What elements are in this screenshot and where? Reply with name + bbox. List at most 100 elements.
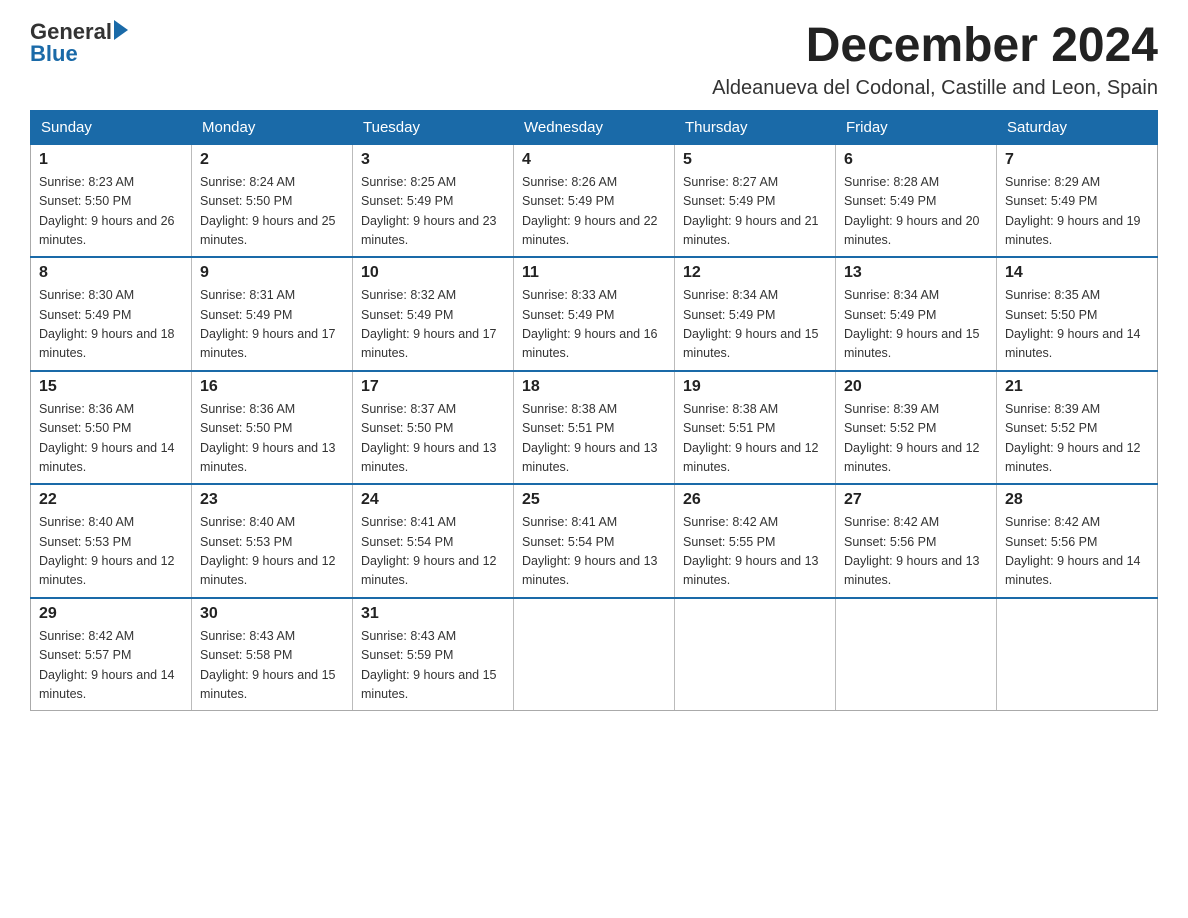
- day-info: Sunrise: 8:41 AMSunset: 5:54 PMDaylight:…: [361, 513, 505, 591]
- day-info: Sunrise: 8:36 AMSunset: 5:50 PMDaylight:…: [200, 400, 344, 478]
- day-number: 4: [522, 151, 666, 169]
- day-number: 20: [844, 378, 988, 396]
- day-number: 31: [361, 605, 505, 623]
- calendar-day-cell: 16 Sunrise: 8:36 AMSunset: 5:50 PMDayligh…: [192, 371, 353, 485]
- calendar-day-cell: 22 Sunrise: 8:40 AMSunset: 5:53 PMDayligh…: [31, 484, 192, 598]
- day-number: 9: [200, 264, 344, 282]
- weekday-header-thursday: Thursday: [675, 110, 836, 144]
- day-number: 7: [1005, 151, 1149, 169]
- calendar-day-cell: 31 Sunrise: 8:43 AMSunset: 5:59 PMDayligh…: [353, 598, 514, 711]
- day-number: 22: [39, 491, 183, 509]
- day-info: Sunrise: 8:33 AMSunset: 5:49 PMDaylight:…: [522, 286, 666, 364]
- day-number: 29: [39, 605, 183, 623]
- calendar-day-cell: 18 Sunrise: 8:38 AMSunset: 5:51 PMDayligh…: [514, 371, 675, 485]
- day-info: Sunrise: 8:43 AMSunset: 5:59 PMDaylight:…: [361, 627, 505, 705]
- day-number: 21: [1005, 378, 1149, 396]
- calendar-week-row: 22 Sunrise: 8:40 AMSunset: 5:53 PMDayligh…: [31, 484, 1158, 598]
- calendar-day-cell: 14 Sunrise: 8:35 AMSunset: 5:50 PMDayligh…: [997, 257, 1158, 371]
- day-info: Sunrise: 8:41 AMSunset: 5:54 PMDaylight:…: [522, 513, 666, 591]
- logo-blue: Blue: [30, 41, 78, 66]
- day-info: Sunrise: 8:34 AMSunset: 5:49 PMDaylight:…: [844, 286, 988, 364]
- day-number: 13: [844, 264, 988, 282]
- day-info: Sunrise: 8:35 AMSunset: 5:50 PMDaylight:…: [1005, 286, 1149, 364]
- day-info: Sunrise: 8:29 AMSunset: 5:49 PMDaylight:…: [1005, 173, 1149, 251]
- day-info: Sunrise: 8:38 AMSunset: 5:51 PMDaylight:…: [522, 400, 666, 478]
- day-info: Sunrise: 8:38 AMSunset: 5:51 PMDaylight:…: [683, 400, 827, 478]
- day-number: 8: [39, 264, 183, 282]
- calendar-day-cell: 30Sunrise: 8:43 AMSunset: 5:58 PMDayligh…: [192, 598, 353, 711]
- day-number: 19: [683, 378, 827, 396]
- calendar-day-cell: 24 Sunrise: 8:41 AMSunset: 5:54 PMDayligh…: [353, 484, 514, 598]
- calendar-day-cell: 17 Sunrise: 8:37 AMSunset: 5:50 PMDayligh…: [353, 371, 514, 485]
- calendar-week-row: 15 Sunrise: 8:36 AMSunset: 5:50 PMDayligh…: [31, 371, 1158, 485]
- day-number: 25: [522, 491, 666, 509]
- calendar-day-cell: 15 Sunrise: 8:36 AMSunset: 5:50 PMDayligh…: [31, 371, 192, 485]
- day-info: Sunrise: 8:42 AMSunset: 5:57 PMDaylight:…: [39, 627, 183, 705]
- day-number: 24: [361, 491, 505, 509]
- weekday-header-monday: Monday: [192, 110, 353, 144]
- day-info: Sunrise: 8:42 AMSunset: 5:55 PMDaylight:…: [683, 513, 827, 591]
- day-info: Sunrise: 8:37 AMSunset: 5:50 PMDaylight:…: [361, 400, 505, 478]
- day-info: Sunrise: 8:23 AMSunset: 5:50 PMDaylight:…: [39, 173, 183, 251]
- calendar-day-cell: 26 Sunrise: 8:42 AMSunset: 5:55 PMDayligh…: [675, 484, 836, 598]
- calendar-day-cell: [836, 598, 997, 711]
- calendar-day-cell: 4 Sunrise: 8:26 AMSunset: 5:49 PMDaylight…: [514, 144, 675, 257]
- day-number: 16: [200, 378, 344, 396]
- day-number: 30: [200, 605, 344, 623]
- calendar-day-cell: 3 Sunrise: 8:25 AMSunset: 5:49 PMDaylight…: [353, 144, 514, 257]
- calendar-day-cell: 10Sunrise: 8:32 AMSunset: 5:49 PMDayligh…: [353, 257, 514, 371]
- day-info: Sunrise: 8:28 AMSunset: 5:49 PMDaylight:…: [844, 173, 988, 251]
- day-number: 12: [683, 264, 827, 282]
- day-info: Sunrise: 8:26 AMSunset: 5:49 PMDaylight:…: [522, 173, 666, 251]
- calendar-day-cell: 28 Sunrise: 8:42 AMSunset: 5:56 PMDayligh…: [997, 484, 1158, 598]
- calendar-day-cell: 8 Sunrise: 8:30 AMSunset: 5:49 PMDaylight…: [31, 257, 192, 371]
- calendar-week-row: 1 Sunrise: 8:23 AMSunset: 5:50 PMDaylight…: [31, 144, 1158, 257]
- calendar-day-cell: 7 Sunrise: 8:29 AMSunset: 5:49 PMDaylight…: [997, 144, 1158, 257]
- calendar-table: SundayMondayTuesdayWednesdayThursdayFrid…: [30, 110, 1158, 712]
- day-number: 6: [844, 151, 988, 169]
- day-info: Sunrise: 8:39 AMSunset: 5:52 PMDaylight:…: [1005, 400, 1149, 478]
- calendar-day-cell: 1 Sunrise: 8:23 AMSunset: 5:50 PMDaylight…: [31, 144, 192, 257]
- day-number: 28: [1005, 491, 1149, 509]
- calendar-day-cell: 19 Sunrise: 8:38 AMSunset: 5:51 PMDayligh…: [675, 371, 836, 485]
- day-info: Sunrise: 8:27 AMSunset: 5:49 PMDaylight:…: [683, 173, 827, 251]
- calendar-day-cell: 12Sunrise: 8:34 AMSunset: 5:49 PMDayligh…: [675, 257, 836, 371]
- calendar-day-cell: 5 Sunrise: 8:27 AMSunset: 5:49 PMDaylight…: [675, 144, 836, 257]
- day-info: Sunrise: 8:25 AMSunset: 5:49 PMDaylight:…: [361, 173, 505, 251]
- weekday-header-saturday: Saturday: [997, 110, 1158, 144]
- day-info: Sunrise: 8:30 AMSunset: 5:49 PMDaylight:…: [39, 286, 183, 364]
- calendar-day-cell: 23Sunrise: 8:40 AMSunset: 5:53 PMDayligh…: [192, 484, 353, 598]
- day-number: 3: [361, 151, 505, 169]
- weekday-header-sunday: Sunday: [31, 110, 192, 144]
- calendar-day-cell: 9 Sunrise: 8:31 AMSunset: 5:49 PMDaylight…: [192, 257, 353, 371]
- day-info: Sunrise: 8:31 AMSunset: 5:49 PMDaylight:…: [200, 286, 344, 364]
- calendar-day-cell: 11Sunrise: 8:33 AMSunset: 5:49 PMDayligh…: [514, 257, 675, 371]
- calendar-day-cell: 25 Sunrise: 8:41 AMSunset: 5:54 PMDayligh…: [514, 484, 675, 598]
- day-number: 27: [844, 491, 988, 509]
- day-number: 17: [361, 378, 505, 396]
- day-number: 15: [39, 378, 183, 396]
- day-number: 18: [522, 378, 666, 396]
- day-number: 5: [683, 151, 827, 169]
- calendar-day-cell: 6 Sunrise: 8:28 AMSunset: 5:49 PMDaylight…: [836, 144, 997, 257]
- calendar-day-cell: 27 Sunrise: 8:42 AMSunset: 5:56 PMDayligh…: [836, 484, 997, 598]
- day-number: 26: [683, 491, 827, 509]
- calendar-day-cell: 2Sunrise: 8:24 AMSunset: 5:50 PMDaylight…: [192, 144, 353, 257]
- calendar-header-row: SundayMondayTuesdayWednesdayThursdayFrid…: [31, 110, 1158, 144]
- calendar-day-cell: [997, 598, 1158, 711]
- calendar-day-cell: [675, 598, 836, 711]
- day-number: 14: [1005, 264, 1149, 282]
- logo: General Blue: [30, 20, 128, 66]
- day-info: Sunrise: 8:42 AMSunset: 5:56 PMDaylight:…: [1005, 513, 1149, 591]
- calendar-week-row: 8 Sunrise: 8:30 AMSunset: 5:49 PMDaylight…: [31, 257, 1158, 371]
- calendar-day-cell: 21 Sunrise: 8:39 AMSunset: 5:52 PMDayligh…: [997, 371, 1158, 485]
- calendar-day-cell: 13 Sunrise: 8:34 AMSunset: 5:49 PMDayligh…: [836, 257, 997, 371]
- day-info: Sunrise: 8:40 AMSunset: 5:53 PMDaylight:…: [39, 513, 183, 591]
- day-number: 1: [39, 151, 183, 169]
- day-info: Sunrise: 8:42 AMSunset: 5:56 PMDaylight:…: [844, 513, 988, 591]
- day-info: Sunrise: 8:24 AMSunset: 5:50 PMDaylight:…: [200, 173, 344, 251]
- day-info: Sunrise: 8:36 AMSunset: 5:50 PMDaylight:…: [39, 400, 183, 478]
- page-header: General Blue December 2024 Aldeanueva de…: [30, 20, 1158, 100]
- calendar-day-cell: 29 Sunrise: 8:42 AMSunset: 5:57 PMDayligh…: [31, 598, 192, 711]
- weekday-header-tuesday: Tuesday: [353, 110, 514, 144]
